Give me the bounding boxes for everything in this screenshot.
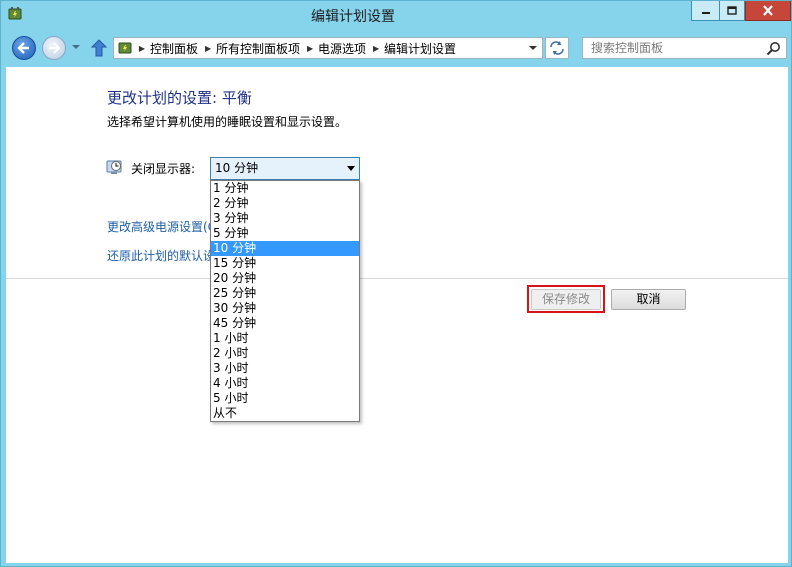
dropdown-option[interactable]: 45 分钟 [211, 316, 359, 331]
dropdown-option[interactable]: 2 小时 [211, 346, 359, 361]
dropdown-option[interactable]: 20 分钟 [211, 271, 359, 286]
dropdown-option[interactable]: 3 小时 [211, 361, 359, 376]
display-timeout-dropdown-list[interactable]: 1 分钟 2 分钟 3 分钟 5 分钟 10 分钟 15 分钟 20 分钟 25 分钟 30 分… [210, 180, 360, 422]
up-arrow-icon[interactable] [89, 38, 109, 58]
dropdown-option[interactable]: 从不 [211, 406, 359, 421]
highlight-box: 保存修改 [527, 285, 605, 313]
change-advanced-power-settings-link[interactable]: 更改高级电源设置(C) [107, 218, 221, 235]
save-changes-button[interactable]: 保存修改 [531, 289, 601, 310]
search-input[interactable] [583, 38, 763, 58]
maximize-icon [727, 5, 737, 15]
page-subtitle: 选择希望计算机使用的睡眠设置和显示设置。 [107, 115, 348, 129]
refresh-button[interactable] [545, 37, 569, 59]
breadcrumb-item[interactable]: 所有控制面板项 [214, 40, 304, 57]
breadcrumb-separator[interactable]: ▶ [370, 44, 382, 53]
navigation-toolbar: ▶ 控制面板 ▶ 所有控制面板项 ▶ 电源选项 ▶ 编辑计划设置 [1, 29, 791, 65]
main-content: 更改计划的设置: 平衡 选择希望计算机使用的睡眠设置和显示设置。 关闭显示器: … [6, 67, 788, 563]
breadcrumb-separator[interactable]: ▶ [202, 44, 214, 53]
breadcrumb-separator[interactable]: ▶ [304, 44, 316, 53]
address-history-chevron-down-icon[interactable] [528, 43, 538, 53]
window-title: 编辑计划设置 [311, 9, 395, 25]
dropdown-option[interactable]: 2 分钟 [211, 196, 359, 211]
back-button[interactable] [12, 36, 36, 60]
dropdown-option[interactable]: 15 分钟 [211, 256, 359, 271]
page-title: 更改计划的设置: 平衡 [107, 89, 252, 107]
search-icon[interactable] [766, 41, 781, 56]
breadcrumb-separator: ▶ [138, 43, 146, 53]
control-panel-icon [114, 38, 136, 58]
restore-defaults-link[interactable]: 还原此计划的默认设置 [107, 247, 227, 264]
address-bar[interactable]: ▶ 控制面板 ▶ 所有控制面板项 ▶ 电源选项 ▶ 编辑计划设置 [113, 37, 543, 59]
breadcrumb-item[interactable]: 编辑计划设置 [382, 40, 460, 57]
dropdown-option[interactable]: 5 分钟 [211, 226, 359, 241]
divider [6, 278, 788, 279]
dropdown-option[interactable]: 1 分钟 [211, 181, 359, 196]
minimize-button[interactable] [691, 1, 719, 21]
turn-off-display-label: 关闭显示器: [131, 162, 196, 176]
breadcrumb-item[interactable]: 电源选项 [316, 40, 370, 57]
title-bar: 编辑计划设置 [1, 1, 791, 29]
turn-off-display-select[interactable]: 10 分钟 [210, 157, 360, 180]
select-value: 10 分钟 [215, 161, 259, 175]
close-icon [763, 5, 773, 16]
dropdown-option[interactable]: 5 小时 [211, 391, 359, 406]
dropdown-option[interactable]: 25 分钟 [211, 286, 359, 301]
dropdown-option[interactable]: 1 小时 [211, 331, 359, 346]
dropdown-option[interactable]: 4 小时 [211, 376, 359, 391]
cancel-button[interactable]: 取消 [611, 289, 686, 310]
breadcrumb-item[interactable]: 控制面板 [148, 40, 202, 57]
search-box[interactable] [582, 37, 787, 59]
arrow-left-icon [17, 42, 29, 54]
forward-button[interactable] [42, 36, 66, 60]
dropdown-option[interactable]: 3 分钟 [211, 211, 359, 226]
dropdown-option[interactable]: 30 分钟 [211, 301, 359, 316]
refresh-icon [550, 41, 564, 55]
recent-pages-chevron-down-icon[interactable] [71, 42, 81, 52]
arrow-right-icon [49, 42, 61, 54]
dropdown-option[interactable]: 10 分钟 [211, 241, 359, 256]
monitor-clock-icon [106, 160, 122, 174]
window: 编辑计划设置 ▶ 控制面板 ▶ 所有控制面板项 ▶ 电源选项 ▶ 编辑计划设置 … [0, 0, 792, 567]
chevron-down-icon [347, 166, 355, 171]
minimize-icon [701, 11, 710, 14]
maximize-button[interactable] [719, 1, 745, 21]
close-button[interactable] [745, 1, 791, 21]
